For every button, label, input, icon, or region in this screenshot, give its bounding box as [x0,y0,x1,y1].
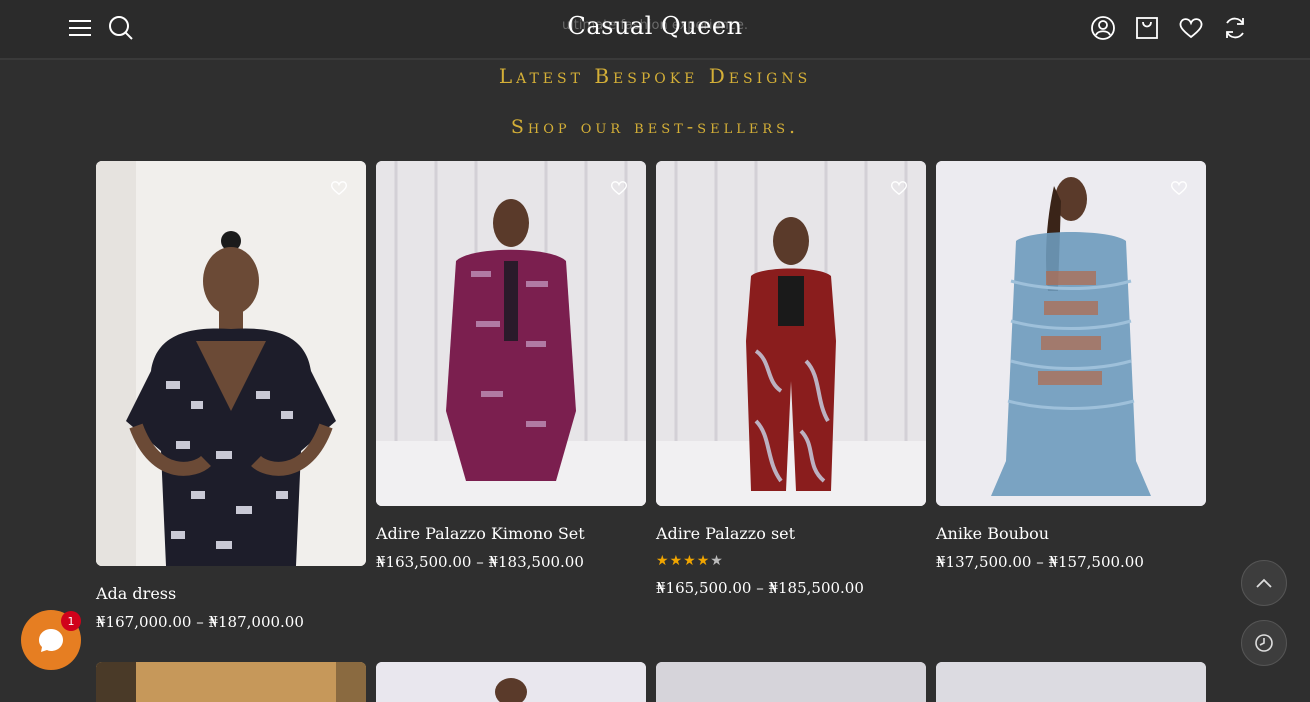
compare-icon[interactable] [1222,14,1248,42]
section-title: Latest Bespoke Designs [498,64,812,88]
header-right-actions [1090,14,1248,42]
product-image[interactable] [936,161,1206,506]
product-name[interactable]: Adire Palazzo Kimono Set [376,524,646,543]
account-icon[interactable] [1090,14,1116,42]
scroll-top-button[interactable] [1241,560,1287,606]
history-button[interactable] [1241,620,1287,666]
wishlist-heart-icon[interactable] [1170,179,1188,197]
product-price: ₦167,000.00 – ₦187,000.00 [96,613,304,631]
product-name[interactable]: Anike Boubou [936,524,1206,543]
product-image[interactable] [936,662,1206,702]
product-name[interactable]: Adire Palazzo set [656,524,926,543]
star-icon: ★ [696,553,710,569]
star-icon: ★ [683,553,696,569]
section-subtitle: Shop our best-sellers. [510,116,800,138]
product-price: ₦163,500.00 – ₦183,500.00 [376,553,584,571]
site-header: ultimate fashion experience. Casual Quee… [0,0,1310,60]
product-image[interactable] [656,662,926,702]
clock-icon [1255,634,1273,652]
wishlist-heart-icon[interactable] [610,179,628,197]
product-card[interactable]: Adire Palazzo set ★ ★ ★ ★ ★ ₦165,500.00 … [656,161,926,597]
chevron-up-icon [1256,578,1272,588]
cart-icon[interactable] [1134,14,1160,42]
product-price: ₦165,500.00 – ₦185,500.00 [656,579,864,597]
product-name[interactable]: Ada dress [96,584,366,603]
star-icon: ★ [656,553,669,569]
star-icon: ★ [710,553,723,569]
product-image[interactable] [376,662,646,702]
wishlist-icon[interactable] [1178,14,1204,42]
rating-stars: ★ ★ ★ ★ ★ [656,553,926,569]
product-image[interactable] [376,161,646,506]
product-card[interactable]: Ada dress ₦167,000.00 – ₦187,000.00 [96,161,366,631]
chat-bubble-icon [39,629,63,652]
product-image[interactable] [656,161,926,506]
wishlist-heart-icon[interactable] [890,179,908,197]
product-card[interactable]: Anike Boubou ₦137,500.00 – ₦157,500.00 [936,161,1206,571]
product-image[interactable] [96,161,366,566]
wishlist-heart-icon[interactable] [330,179,348,197]
star-icon: ★ [669,553,683,569]
product-price: ₦137,500.00 – ₦157,500.00 [936,553,1144,571]
product-image[interactable] [96,662,366,702]
product-card[interactable]: Adire Palazzo Kimono Set ₦163,500.00 – ₦… [376,161,646,571]
chat-notification-badge: 1 [61,611,81,631]
